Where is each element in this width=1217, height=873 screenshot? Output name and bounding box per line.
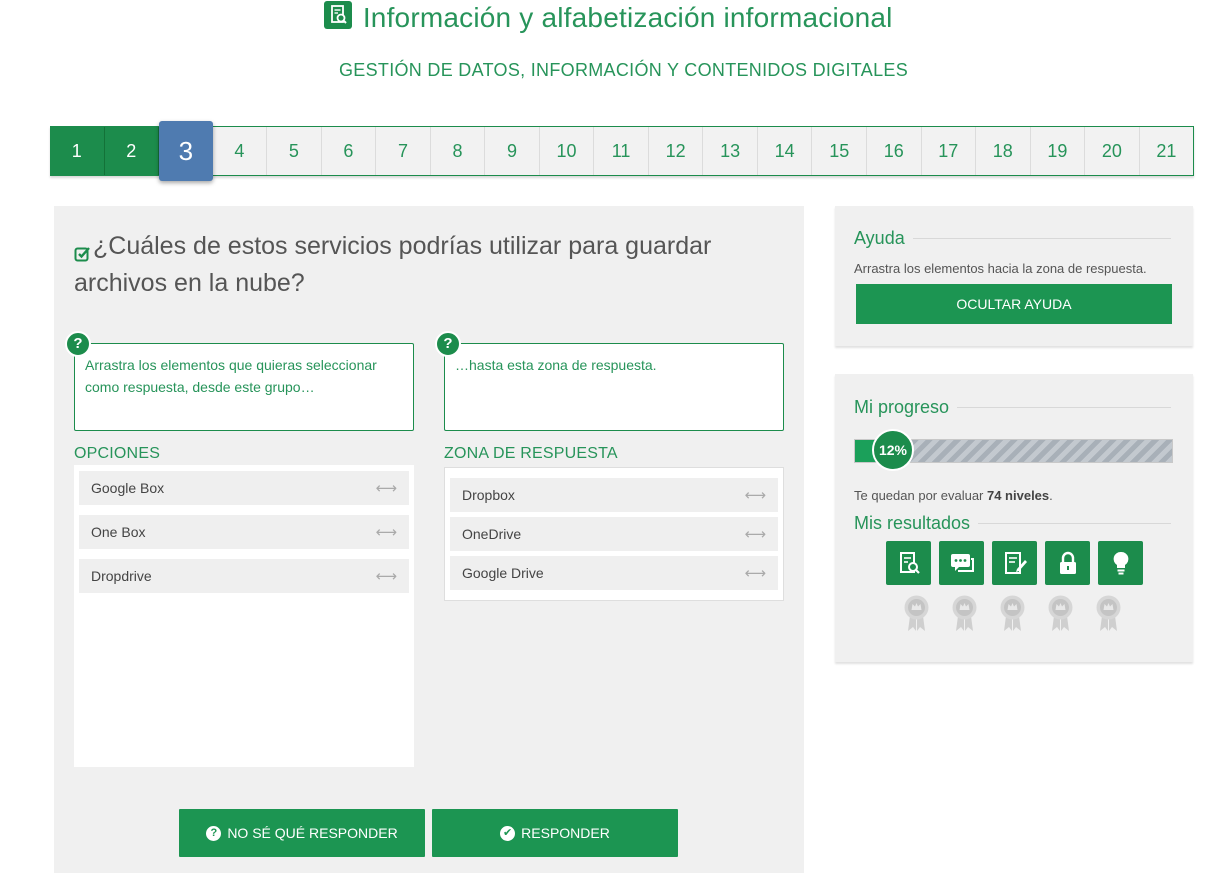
- draggable-answer[interactable]: Dropbox ⟷: [450, 478, 778, 512]
- medal-icon: [1095, 594, 1122, 637]
- draggable-option[interactable]: Dropdrive ⟷: [79, 559, 409, 593]
- question-title: ¿Cuáles de estos servicios podrías utili…: [74, 228, 774, 302]
- dont-know-label: NO SÉ QUÉ RESPONDER: [227, 825, 398, 841]
- question-text: ¿Cuáles de estos servicios podrías utili…: [74, 232, 712, 297]
- submit-answer-button[interactable]: ✔ RESPONDER: [432, 809, 678, 857]
- step-5[interactable]: 5: [267, 127, 322, 175]
- step-21[interactable]: 21: [1140, 127, 1194, 175]
- step-20[interactable]: 20: [1085, 127, 1140, 175]
- options-list[interactable]: Google Box ⟷ One Box ⟷ Dropdrive ⟷: [74, 465, 414, 767]
- step-6[interactable]: 6: [322, 127, 377, 175]
- step-15[interactable]: 15: [812, 127, 867, 175]
- question-circle-icon: ?: [206, 825, 222, 841]
- page-subtitle: GESTIÓN DE DATOS, INFORMACIÓN Y CONTENID…: [338, 60, 908, 80]
- submit-answer-label: RESPONDER: [521, 825, 610, 841]
- step-16[interactable]: 16: [867, 127, 922, 175]
- option-label: One Box: [91, 524, 146, 540]
- remaining-count: 74 niveles: [986, 488, 1050, 503]
- draggable-answer[interactable]: OneDrive ⟷: [450, 517, 778, 551]
- progress-heading-text: Mi progreso: [854, 397, 950, 417]
- step-8[interactable]: 8: [431, 127, 486, 175]
- answer-zone-heading: ZONA DE RESPUESTA: [444, 445, 618, 462]
- step-10[interactable]: 10: [540, 127, 595, 175]
- step-1[interactable]: 1: [50, 127, 105, 175]
- step-4[interactable]: 4: [213, 127, 268, 175]
- page-title: Información y alfabetización informacion…: [362, 2, 893, 33]
- answer-label: Google Drive: [462, 565, 544, 581]
- page-header: Información y alfabetización informacion…: [0, 1, 1217, 34]
- content-creation-icon[interactable]: [992, 541, 1037, 585]
- help-heading-text: Ayuda: [854, 228, 905, 248]
- remaining-prefix: Te quedan por evaluar: [854, 488, 987, 503]
- results-heading-text: Mis resultados: [854, 513, 971, 533]
- medal-icon: [999, 594, 1026, 637]
- remaining-levels: Te quedan por evaluar 74 niveles.: [854, 488, 1053, 503]
- help-icon: ?: [435, 331, 461, 357]
- document-search-icon: [324, 1, 353, 29]
- help-icon: ?: [65, 331, 91, 357]
- step-19[interactable]: 19: [1031, 127, 1086, 175]
- question-panel: ¿Cuáles de estos servicios podrías utili…: [54, 206, 804, 873]
- draggable-answer[interactable]: Google Drive ⟷: [450, 556, 778, 590]
- communication-icon[interactable]: [939, 541, 984, 585]
- check-circle-icon: ✔: [500, 825, 516, 841]
- draggable-option[interactable]: One Box ⟷: [79, 515, 409, 549]
- drag-handle-icon[interactable]: ⟷: [375, 523, 397, 541]
- answer-drop-zone[interactable]: Dropbox ⟷ OneDrive ⟷ Google Drive ⟷: [444, 467, 784, 601]
- drag-handle-icon[interactable]: ⟷: [744, 486, 766, 504]
- options-hint-text: Arrastra los elementos que quieras selec…: [85, 357, 377, 395]
- hide-help-button[interactable]: OCULTAR AYUDA: [856, 284, 1172, 324]
- answer-hint-text: …hasta esta zona de respuesta.: [455, 357, 657, 373]
- step-2[interactable]: 2: [104, 127, 160, 175]
- answer-hint: ? …hasta esta zona de respuesta.: [435, 331, 784, 431]
- medals-row: [903, 594, 1122, 637]
- drag-handle-icon[interactable]: ⟷: [375, 479, 397, 497]
- options-heading: OPCIONES: [74, 445, 161, 462]
- progress-percent-badge: 12%: [872, 429, 914, 471]
- step-3[interactable]: 3: [159, 121, 213, 181]
- step-13[interactable]: 13: [703, 127, 758, 175]
- option-label: Dropdrive: [91, 568, 152, 584]
- step-14[interactable]: 14: [758, 127, 813, 175]
- step-17[interactable]: 17: [922, 127, 977, 175]
- security-icon[interactable]: [1045, 541, 1090, 585]
- step-7[interactable]: 7: [376, 127, 431, 175]
- medal-icon: [951, 594, 978, 637]
- draggable-option[interactable]: Google Box ⟷: [79, 471, 409, 505]
- drag-handle-icon[interactable]: ⟷: [744, 564, 766, 582]
- answer-label: Dropbox: [462, 487, 515, 503]
- results-heading: Mis resultados: [854, 513, 1171, 534]
- medal-icon: [903, 594, 930, 637]
- drag-handle-icon[interactable]: ⟷: [744, 525, 766, 543]
- medal-icon: [1047, 594, 1074, 637]
- remaining-suffix: .: [1049, 488, 1053, 503]
- step-9[interactable]: 9: [485, 127, 540, 175]
- option-label: Google Box: [91, 480, 165, 496]
- help-panel: Ayuda Arrastra los elementos hacia la zo…: [835, 206, 1193, 346]
- problem-solving-icon[interactable]: [1098, 541, 1143, 585]
- help-text: Arrastra los elementos hacia la zona de …: [854, 261, 1147, 276]
- answer-label: OneDrive: [462, 526, 522, 542]
- information-icon[interactable]: [886, 541, 931, 585]
- results-icons: [886, 541, 1143, 585]
- step-11[interactable]: 11: [594, 127, 649, 175]
- drag-handle-icon[interactable]: ⟷: [375, 567, 397, 585]
- step-12[interactable]: 12: [649, 127, 704, 175]
- progress-panel: Mi progreso 12% Te quedan por evaluar 74…: [835, 374, 1193, 662]
- step-18[interactable]: 18: [976, 127, 1031, 175]
- step-navigation: 1 2 3 4 5 6 7 8 9 10 11 12 13 14 15 16 17 18 19 20 21: [50, 121, 1194, 181]
- edit-check-icon: [74, 236, 91, 262]
- progress-heading: Mi progreso: [854, 397, 1171, 418]
- options-hint: ? Arrastra los elementos que quieras sel…: [65, 331, 414, 431]
- help-heading: Ayuda: [854, 228, 1171, 249]
- dont-know-button[interactable]: ? NO SÉ QUÉ RESPONDER: [179, 809, 425, 857]
